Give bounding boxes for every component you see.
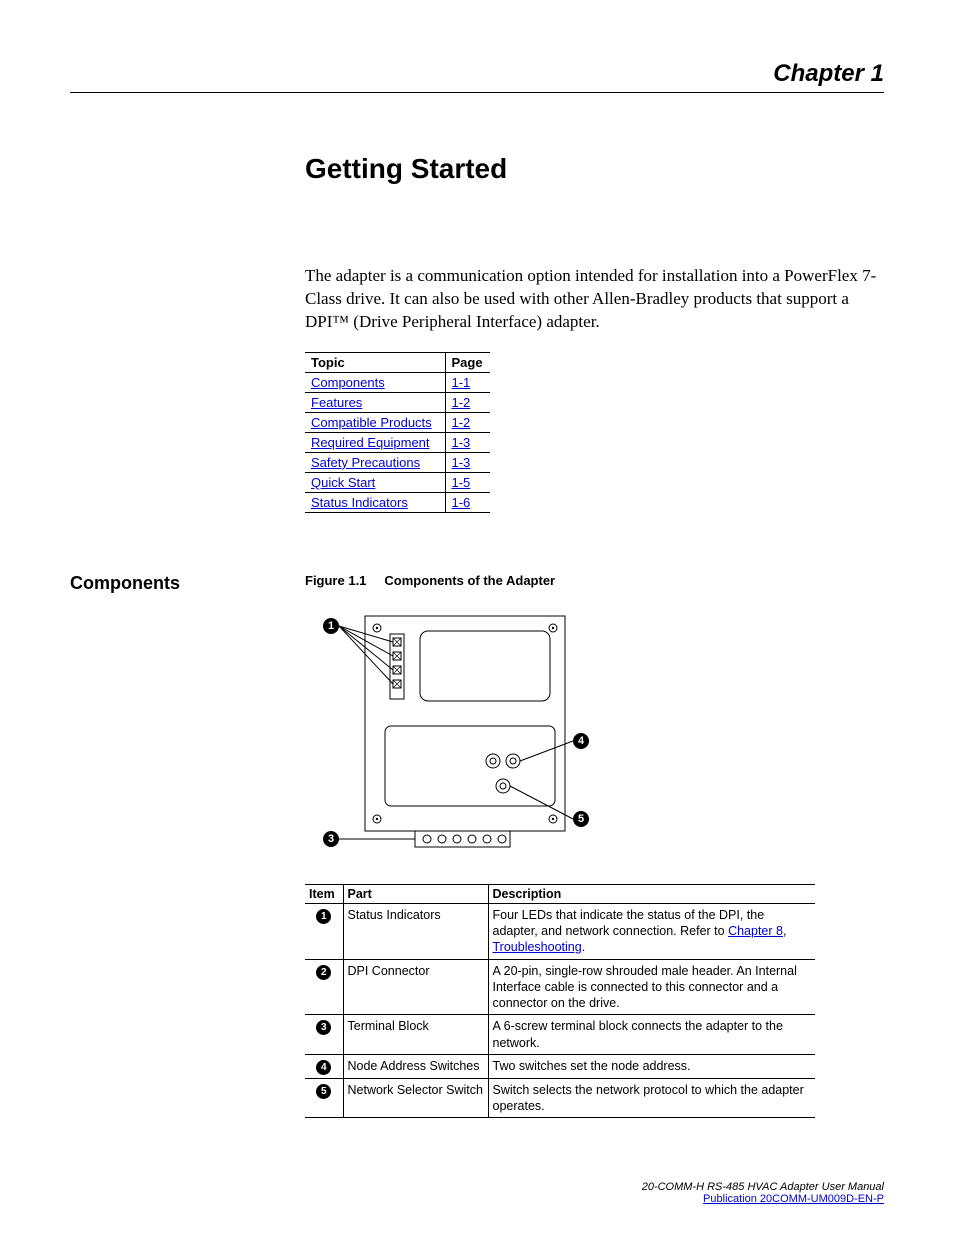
toc-page-link[interactable]: 1-3	[452, 435, 471, 450]
toc-page-link[interactable]: 1-1	[452, 375, 471, 390]
item-bullet: 4	[316, 1060, 331, 1075]
footer-manual-name: 20-COMM-H RS-485 HVAC Adapter User Manua…	[642, 1181, 884, 1193]
callout-1: 1	[323, 618, 339, 634]
toc-link[interactable]: Safety Precautions	[311, 455, 420, 470]
intro-paragraph: The adapter is a communication option in…	[305, 265, 884, 334]
toc-header-page: Page	[445, 352, 490, 372]
toc-row: Required Equipment 1-3	[305, 432, 490, 452]
toc-row: Safety Precautions 1-3	[305, 452, 490, 472]
toc-page-link[interactable]: 1-5	[452, 475, 471, 490]
footer-publication-link[interactable]: Publication 20COMM-UM009D-EN-P	[703, 1193, 884, 1205]
toc-table: Topic Page Components 1-1 Features 1-2 Com…	[305, 352, 490, 513]
part-name: Node Address Switches	[343, 1054, 488, 1078]
parts-header-desc: Description	[488, 884, 815, 903]
toc-link[interactable]: Compatible Products	[311, 415, 432, 430]
part-desc: Switch selects the network protocol to w…	[488, 1078, 815, 1118]
troubleshooting-link[interactable]: Troubleshooting	[493, 940, 582, 954]
parts-header-item: Item	[305, 884, 343, 903]
toc-link[interactable]: Required Equipment	[311, 435, 430, 450]
part-name: DPI Connector	[343, 959, 488, 1015]
item-bullet: 1	[316, 909, 331, 924]
section-heading: Components	[70, 573, 305, 594]
chapter-header: Chapter 1	[70, 60, 884, 93]
part-desc: A 6-screw terminal block connects the ad…	[488, 1015, 815, 1055]
parts-row: 2 DPI Connector A 20-pin, single-row shr…	[305, 959, 815, 1015]
parts-row: 3 Terminal Block A 6-screw terminal bloc…	[305, 1015, 815, 1055]
page-title: Getting Started	[305, 153, 884, 185]
toc-page-link[interactable]: 1-3	[452, 455, 471, 470]
toc-row: Status Indicators 1-6	[305, 492, 490, 512]
figure-title: Components of the Adapter	[384, 573, 555, 588]
parts-row: 4 Node Address Switches Two switches set…	[305, 1054, 815, 1078]
part-name: Terminal Block	[343, 1015, 488, 1055]
item-bullet: 5	[316, 1084, 331, 1099]
toc-link[interactable]: Quick Start	[311, 475, 375, 490]
callout-5: 5	[573, 811, 589, 827]
page-footer: 20-COMM-H RS-485 HVAC Adapter User Manua…	[642, 1181, 884, 1205]
toc-row: Compatible Products 1-2	[305, 412, 490, 432]
toc-page-link[interactable]: 1-2	[452, 415, 471, 430]
part-name: Network Selector Switch	[343, 1078, 488, 1118]
parts-table: Item Part Description 1 Status Indicator…	[305, 884, 815, 1119]
part-desc: Four LEDs that indicate the status of th…	[488, 903, 815, 959]
part-desc: Two switches set the node address.	[488, 1054, 815, 1078]
callout-4: 4	[573, 733, 589, 749]
figure-label: Figure 1.1	[305, 573, 366, 588]
item-bullet: 3	[316, 1020, 331, 1035]
toc-link[interactable]: Components	[311, 375, 385, 390]
part-name: Status Indicators	[343, 903, 488, 959]
parts-header-part: Part	[343, 884, 488, 903]
toc-page-link[interactable]: 1-6	[452, 495, 471, 510]
toc-row: Quick Start 1-5	[305, 472, 490, 492]
toc-header-topic: Topic	[305, 352, 445, 372]
callout-3: 3	[323, 831, 339, 847]
figure-caption: Figure 1.1 Components of the Adapter	[305, 573, 884, 588]
toc-link[interactable]: Features	[311, 395, 362, 410]
part-desc: A 20-pin, single-row shrouded male heade…	[488, 959, 815, 1015]
toc-page-link[interactable]: 1-2	[452, 395, 471, 410]
toc-row: Components 1-1	[305, 372, 490, 392]
toc-row: Features 1-2	[305, 392, 490, 412]
adapter-diagram: 1 3 4 5	[315, 606, 625, 866]
parts-row: 5 Network Selector Switch Switch selects…	[305, 1078, 815, 1118]
item-bullet: 2	[316, 965, 331, 980]
toc-link[interactable]: Status Indicators	[311, 495, 408, 510]
parts-row: 1 Status Indicators Four LEDs that indic…	[305, 903, 815, 959]
chapter-link[interactable]: Chapter 8	[728, 924, 783, 938]
